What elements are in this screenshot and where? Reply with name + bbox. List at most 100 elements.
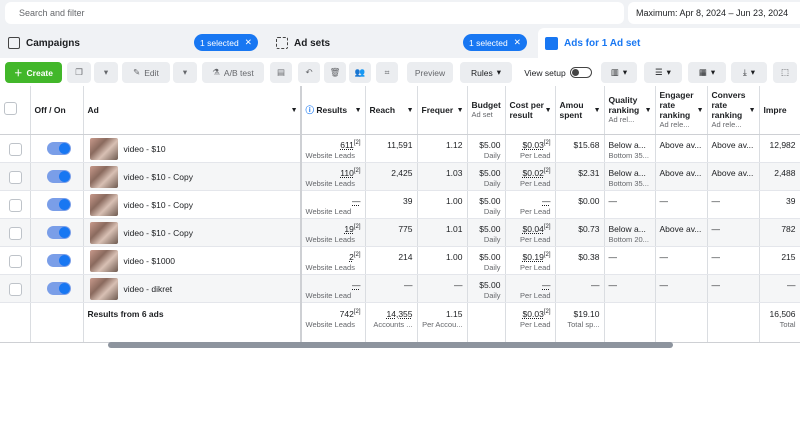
col-conversion[interactable]: Convers rate ranking Ad rele... ▼ — [707, 86, 760, 135]
duplicate-button[interactable]: ❐ — [67, 62, 91, 83]
col-amount[interactable]: Amou spent ▼ — [555, 86, 605, 135]
col-budget[interactable]: Budget Ad set — [467, 86, 506, 135]
row-checkbox[interactable] — [9, 170, 22, 184]
quality-sub: Bottom 20... — [608, 234, 649, 244]
search-input[interactable]: Search and filter — [5, 2, 624, 24]
ad-on-off-toggle[interactable] — [46, 197, 71, 211]
reach-cell: 775 — [365, 218, 418, 247]
row-checkbox[interactable] — [9, 226, 22, 240]
close-icon[interactable]: ✕ — [514, 37, 521, 48]
ad-name-cell[interactable]: video - $1000 — [83, 246, 302, 275]
col-frequency[interactable]: Frequer ▼ — [417, 86, 468, 135]
audience-button[interactable]: 👥 — [349, 62, 371, 83]
totals-cost: $0.03[2] Per Lead — [505, 302, 556, 343]
reports-button[interactable]: ▦ ▾ — [688, 62, 726, 83]
table-row[interactable]: video - $10 - Copy — Website Lead 39 1.00 $5.… — [0, 190, 800, 219]
ad-name-cell[interactable]: video - $10 — [83, 134, 302, 163]
engagement-value: — — [659, 195, 669, 206]
clipboard-button[interactable]: ▤ — [270, 62, 292, 83]
ad-name[interactable]: video - $10 - Copy — [124, 228, 193, 238]
ad-name[interactable]: video - $1000 — [124, 256, 176, 266]
ad-name-cell[interactable]: video - $10 - Copy — [83, 162, 302, 191]
budget-sub: Daily — [483, 178, 501, 188]
adsets-selected-pill[interactable]: 1 selected ✕ — [463, 34, 527, 51]
ad-name-cell[interactable]: video - $10 - Copy — [83, 190, 302, 219]
ad-on-off-toggle[interactable] — [46, 253, 71, 267]
quality-cell: Below a... Bottom 35... — [604, 134, 656, 163]
col-impressions[interactable]: Impre — [759, 86, 800, 135]
chevron-down-icon: ▾ — [622, 67, 628, 77]
ad-name-cell[interactable]: video - $10 - Copy — [83, 218, 302, 247]
ad-name[interactable]: video - dikret — [124, 284, 173, 294]
col-results[interactable]: ⓘ Results ▼ — [301, 86, 366, 135]
ad-thumbnail — [89, 137, 118, 160]
sort-caret-icon[interactable]: ▼ — [291, 106, 298, 116]
totals-quality — [604, 302, 656, 343]
select-all-checkbox[interactable] — [4, 102, 17, 116]
frequency-value: 1.00 — [445, 195, 463, 206]
ab-test-button[interactable]: ⚗ A/B test — [202, 62, 264, 83]
reach-cell: — — [365, 274, 418, 303]
sort-caret-icon[interactable]: ▼ — [749, 106, 756, 116]
row-select-cell — [0, 218, 31, 247]
sort-caret-icon[interactable]: ▼ — [545, 106, 552, 116]
col-quality[interactable]: Quality ranking Ad rel... ▼ — [604, 86, 656, 135]
col-cost[interactable]: Cost per result ▼ — [505, 86, 556, 135]
duplicate-dropdown[interactable]: ▾ — [94, 62, 118, 83]
campaigns-selected-pill[interactable]: 1 selected ✕ — [194, 34, 258, 51]
tab-adsets[interactable]: Ad sets — [276, 28, 330, 58]
row-checkbox[interactable] — [9, 282, 22, 296]
delete-button[interactable]: 🗑 — [324, 62, 346, 83]
close-icon[interactable]: ✕ — [245, 37, 252, 48]
sort-caret-icon[interactable]: ▼ — [645, 106, 652, 116]
ad-on-off-toggle[interactable] — [46, 169, 71, 183]
preview-button[interactable]: Preview — [407, 62, 453, 83]
table-row[interactable]: video - $1000 2[2] Website Leads 214 1.00 $5.… — [0, 246, 800, 275]
edit-dropdown[interactable]: ▾ — [173, 62, 197, 83]
table-row[interactable]: video - $10 - Copy 19[2] Website Leads 775 1… — [0, 218, 800, 247]
sort-caret-icon[interactable]: ▼ — [407, 106, 414, 116]
conversion-value: — — [711, 251, 721, 262]
create-button[interactable]: ＋ Create — [5, 62, 62, 83]
col-ad[interactable]: Ad ▼ — [83, 86, 302, 135]
sort-caret-icon[interactable]: ▼ — [457, 106, 464, 116]
row-checkbox[interactable] — [9, 198, 22, 212]
ad-on-off-toggle[interactable] — [46, 225, 71, 239]
columns-button[interactable]: ▥ ▾ — [601, 62, 637, 83]
ad-name-cell[interactable]: video - dikret — [83, 274, 302, 303]
rules-button[interactable]: Rules ▾ — [460, 62, 512, 83]
table-row[interactable]: video - $10 611[2] Website Leads 11,591 1.12… — [0, 134, 800, 163]
totals-frequency-value: 1.15 — [445, 308, 463, 319]
col-engagement[interactable]: Engager rate ranking Ad rele... ▼ — [655, 86, 708, 135]
ad-on-off-toggle[interactable] — [46, 141, 71, 155]
horizontal-scrollbar[interactable] — [108, 342, 673, 348]
view-setup-toggle[interactable]: View setup — [520, 62, 596, 83]
charts-button[interactable]: ⬚ — [773, 62, 797, 83]
people-icon: 👥 — [354, 67, 366, 77]
row-checkbox[interactable] — [9, 254, 22, 268]
undo-button[interactable]: ↶ — [298, 62, 320, 83]
reach-value: — — [404, 279, 413, 290]
tag-button[interactable]: ⌗ — [376, 62, 398, 83]
ad-name[interactable]: video - $10 - Copy — [124, 200, 193, 210]
export-button[interactable]: ⤓ ▾ — [731, 62, 767, 83]
breakdown-button[interactable]: ☰ ▾ — [644, 62, 682, 83]
table-row[interactable]: video - dikret — Website Lead — — $5.00 Daily —… — [0, 274, 800, 303]
edit-button[interactable]: ✎ Edit — [122, 62, 170, 83]
col-off-on[interactable]: Off / On — [30, 86, 84, 135]
trash-icon: 🗑 — [329, 67, 341, 77]
row-checkbox[interactable] — [9, 142, 22, 156]
col-reach[interactable]: Reach ▼ — [365, 86, 418, 135]
ad-name[interactable]: video - $10 — [124, 144, 166, 154]
ad-on-off-toggle[interactable] — [46, 281, 71, 295]
table-row[interactable]: video - $10 - Copy 110[2] Website Leads 2,4… — [0, 162, 800, 191]
date-range-picker[interactable]: Maximum: Apr 8, 2024 – Jun 23, 2024 — [628, 2, 800, 24]
sort-caret-icon[interactable]: ▼ — [697, 106, 704, 116]
toggle-switch[interactable] — [569, 67, 592, 78]
totals-reach-sub: Accounts ... — [373, 319, 413, 329]
sort-caret-icon[interactable]: ▼ — [355, 106, 362, 116]
ad-name[interactable]: video - $10 - Copy — [124, 172, 193, 182]
tab-campaigns[interactable]: Campaigns — [8, 28, 80, 58]
sort-caret-icon[interactable]: ▼ — [594, 106, 601, 116]
tab-ads[interactable]: Ads for 1 Ad set — [538, 28, 800, 58]
